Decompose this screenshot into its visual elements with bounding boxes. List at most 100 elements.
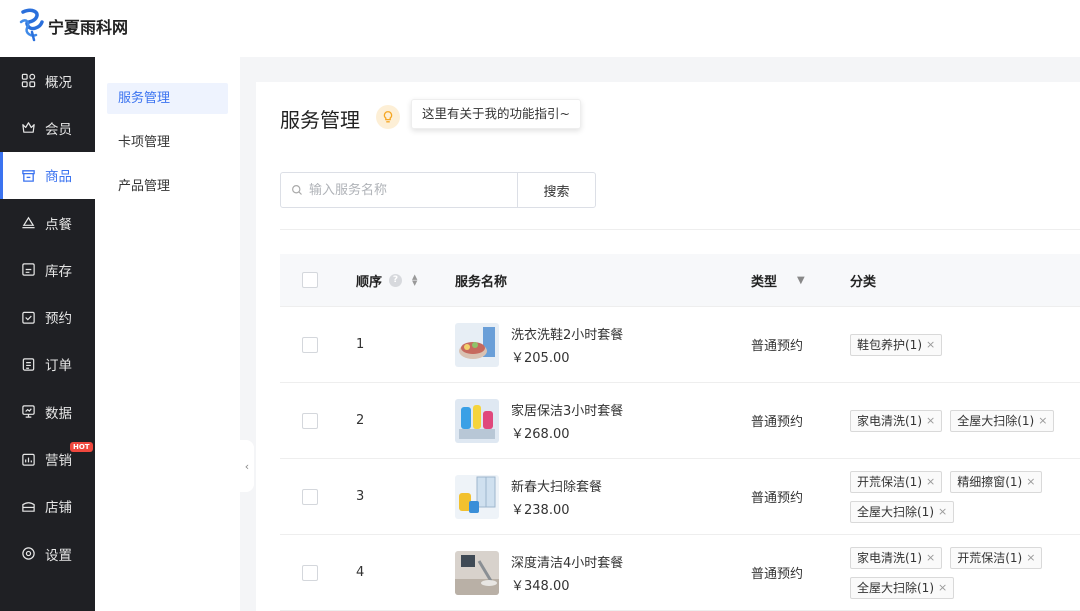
- row-order: 4: [356, 565, 365, 580]
- main-panel: 服务管理 这里有关于我的功能指引~ 搜索 顺序 ? ▲▼ 服务名称 类型 ▼ 分…: [256, 82, 1080, 611]
- remove-tag-icon[interactable]: ×: [1026, 475, 1035, 488]
- subnav-item-card-management[interactable]: 卡项管理: [107, 127, 228, 158]
- sidebar-item-label: 点餐: [45, 216, 72, 233]
- select-all-checkbox[interactable]: [302, 272, 318, 288]
- hot-badge: HOT: [70, 442, 93, 453]
- dish-icon: [20, 215, 36, 231]
- order-icon: [20, 356, 36, 372]
- remove-tag-icon[interactable]: ×: [926, 414, 935, 427]
- sidebar-item-shop[interactable]: 店铺: [0, 483, 95, 530]
- service-name[interactable]: 洗衣洗鞋2小时套餐: [511, 324, 623, 343]
- monitor-icon: [20, 404, 36, 420]
- row-checkbox[interactable]: [302, 412, 318, 429]
- category-tags: 家电清洗(1) × 开荒保洁(1) × 全屋大扫除(1) ×: [850, 546, 1080, 599]
- sidebar-item-label: 店铺: [45, 500, 72, 517]
- header-name: 服务名称: [455, 274, 508, 290]
- category-tag: 精细擦窗(1) ×: [950, 470, 1043, 493]
- sidebar-item-overview[interactable]: 概况: [0, 57, 95, 104]
- remove-tag-icon[interactable]: ×: [938, 581, 947, 594]
- remove-tag-icon[interactable]: ×: [1026, 551, 1035, 564]
- divider: [280, 229, 1080, 230]
- grid-icon: [20, 73, 36, 89]
- service-price: ￥238.00: [511, 502, 570, 518]
- category-tags: 开荒保洁(1) × 精细擦窗(1) × 全屋大扫除(1) ×: [850, 470, 1080, 523]
- service-price: ￥205.00: [511, 350, 570, 366]
- sort-icon[interactable]: ▲ ▼: [412, 274, 417, 287]
- service-thumbnail[interactable]: [455, 322, 499, 367]
- feature-guide-tooltip[interactable]: 这里有关于我的功能指引~: [411, 99, 581, 129]
- sidebar-item-label: 设置: [45, 547, 72, 564]
- table-row[interactable]: 2 家居保洁3小时套餐 ￥268.00 普通预约 家电清洗(1) × 全屋大扫除(…: [280, 383, 1080, 459]
- sidebar-item-booking[interactable]: 预约: [0, 293, 95, 340]
- sidebar-item-products[interactable]: 商品: [0, 151, 95, 200]
- category-tag: 全屋大扫除(1) ×: [850, 500, 955, 523]
- remove-tag-icon[interactable]: ×: [926, 551, 935, 564]
- header-type: 类型: [751, 274, 778, 290]
- remove-tag-icon[interactable]: ×: [938, 505, 947, 518]
- category-tag: 全屋大扫除(1) ×: [950, 409, 1055, 432]
- sidebar-item-marketing[interactable]: 营销 HOT: [0, 435, 95, 482]
- remove-tag-icon[interactable]: ×: [926, 475, 935, 488]
- sidebar-item-orders[interactable]: 订单: [0, 341, 95, 388]
- table-row[interactable]: 1 洗衣洗鞋2小时套餐 ￥205.00 普通预约 鞋包养护(1) ×: [280, 307, 1080, 383]
- row-order: 1: [356, 337, 365, 352]
- service-type: 普通预约: [751, 415, 804, 430]
- search-button[interactable]: 搜索: [517, 172, 596, 208]
- brand-logo[interactable]: 宁夏雨科网: [18, 6, 128, 42]
- service-thumbnail[interactable]: [455, 398, 499, 443]
- sub-navigation: 服务管理 卡项管理 产品管理: [95, 57, 240, 611]
- sidebar-item-label: 预约: [45, 311, 72, 328]
- header-category: 分类: [850, 274, 877, 290]
- search-input[interactable]: [309, 182, 509, 198]
- category-tag: 鞋包养护(1) ×: [850, 333, 943, 356]
- row-order: 2: [356, 413, 365, 428]
- table-row[interactable]: 3 新春大扫除套餐 ￥238.00 普通预约 开荒保洁(1) × 精细擦窗(1) ×…: [280, 459, 1080, 535]
- category-tag: 开荒保洁(1) ×: [850, 470, 943, 493]
- help-icon[interactable]: ?: [389, 273, 403, 287]
- calendar-check-icon: [20, 309, 36, 325]
- lightbulb-icon: [383, 111, 393, 123]
- subnav-item-service-management[interactable]: 服务管理: [107, 83, 228, 114]
- row-checkbox[interactable]: [302, 564, 318, 581]
- filter-icon[interactable]: ▼: [797, 275, 805, 286]
- inventory-icon: [20, 262, 36, 278]
- collapse-sidebar-toggle[interactable]: ‹: [240, 440, 254, 492]
- row-checkbox[interactable]: [302, 336, 318, 353]
- header-order: 顺序: [356, 274, 383, 290]
- service-price: ￥348.00: [511, 578, 570, 594]
- category-tags: 鞋包养护(1) ×: [850, 333, 1080, 356]
- services-table: 顺序 ? ▲ ▼ 服务名称 类型 ▼ 分类 1 洗衣洗鞋2小时套餐 ￥205.00: [280, 254, 1080, 611]
- chevron-left-icon: ‹: [244, 459, 250, 473]
- remove-tag-icon[interactable]: ×: [926, 338, 935, 351]
- service-name[interactable]: 新春大扫除套餐: [511, 476, 602, 495]
- subnav-item-product-management[interactable]: 产品管理: [107, 171, 228, 202]
- row-checkbox[interactable]: [302, 488, 318, 505]
- search-field: [280, 172, 518, 208]
- sidebar-item-inventory[interactable]: 库存: [0, 246, 95, 293]
- service-name[interactable]: 深度清洁4小时套餐: [511, 552, 623, 571]
- sidebar-item-settings[interactable]: 设置: [0, 530, 95, 577]
- table-row[interactable]: 4 深度清洁4小时套餐 ￥348.00 普通预约 家电清洗(1) × 开荒保洁(1…: [280, 535, 1080, 611]
- service-price: ￥268.00: [511, 426, 570, 442]
- crown-icon: [20, 120, 36, 136]
- store-icon: [20, 167, 36, 183]
- sidebar-item-data[interactable]: 数据: [0, 388, 95, 435]
- service-name[interactable]: 家居保洁3小时套餐: [511, 400, 623, 419]
- logo-icon: [19, 8, 44, 42]
- service-thumbnail[interactable]: [455, 550, 499, 595]
- sidebar-item-ordering[interactable]: 点餐: [0, 199, 95, 246]
- row-order: 3: [356, 489, 365, 504]
- service-thumbnail[interactable]: [455, 474, 499, 519]
- sidebar-item-label: 会员: [45, 121, 72, 138]
- sidebar-item-label: 概况: [45, 74, 72, 91]
- remove-tag-icon[interactable]: ×: [1038, 414, 1047, 427]
- top-bar: 宁夏雨科网: [0, 0, 1080, 57]
- sidebar-item-label: 营销: [45, 453, 72, 470]
- sidebar-item-members[interactable]: 会员: [0, 104, 95, 151]
- category-tag: 家电清洗(1) ×: [850, 409, 943, 432]
- guide-bulb-button[interactable]: [376, 105, 400, 129]
- sidebar-item-label: 数据: [45, 405, 72, 422]
- sidebar-item-label: 商品: [45, 169, 72, 186]
- category-tag: 家电清洗(1) ×: [850, 546, 943, 569]
- sidebar-item-label: 订单: [45, 358, 72, 375]
